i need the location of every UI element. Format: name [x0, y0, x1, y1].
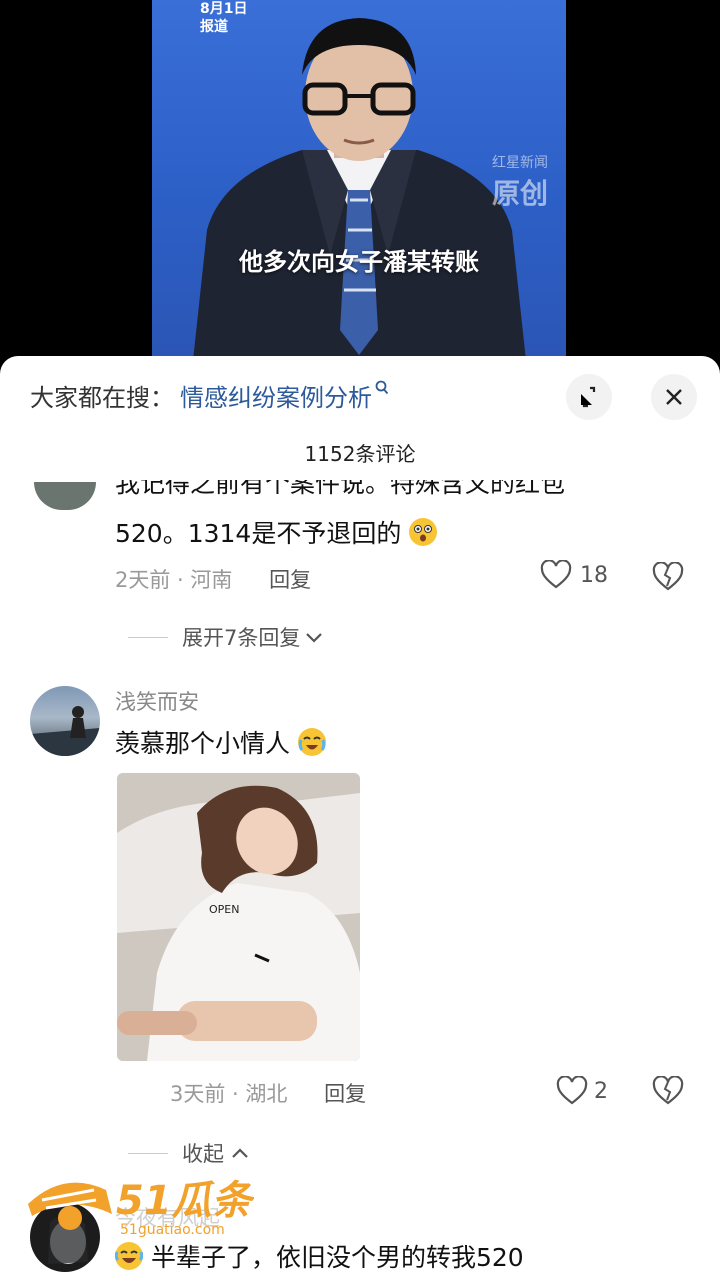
- reply-button[interactable]: 回复: [269, 568, 311, 592]
- collapse-replies-button[interactable]: 收起: [128, 1138, 250, 1168]
- reply-button[interactable]: 回复: [324, 1082, 366, 1106]
- comment-image[interactable]: OPEN: [117, 773, 360, 1061]
- comment-text: 羡慕那个小情人: [115, 726, 326, 762]
- source-watermark: 红星新闻 原创: [492, 152, 548, 212]
- avatar[interactable]: [30, 686, 100, 756]
- laughing-crying-emoji-icon: [115, 1242, 143, 1270]
- logo-brand: 51瓜条: [116, 1178, 254, 1224]
- comment-text-line1: 我记得之前有个案件说。特殊含义的红包: [115, 480, 566, 498]
- comment-text: 半辈子了，依旧没个男的转我520: [115, 1240, 524, 1276]
- comment-meta: 2天前 · 河南 回复: [115, 564, 311, 594]
- chevron-down-icon: [306, 633, 323, 643]
- comment-meta: 3天前 · 湖北 回复: [170, 1078, 366, 1108]
- divider: [128, 636, 168, 638]
- search-suggestion[interactable]: 大家都在搜： 情感纠纷案例分析: [30, 378, 389, 413]
- news-frame: 8月1日 报道 红星新闻 原创 他多次向女子潘某转账: [152, 0, 566, 370]
- broken-heart-icon: [652, 1075, 684, 1105]
- comment-time-location: 3天前 · 湖北: [170, 1082, 288, 1106]
- like-button[interactable]: 18: [540, 560, 608, 590]
- shocked-emoji-icon: [409, 518, 438, 546]
- heart-icon: [540, 560, 572, 589]
- divider: [128, 1152, 168, 1154]
- comment-text-line2: 520。1314是不予退回的: [115, 516, 438, 552]
- collapse-replies-label: 收起: [182, 1142, 224, 1166]
- logo-url: 51guatiao.com: [120, 1222, 225, 1238]
- close-button[interactable]: [651, 374, 697, 420]
- broken-heart-icon: [652, 561, 684, 591]
- dislike-button[interactable]: [652, 1075, 684, 1110]
- chevron-up-icon: [232, 1148, 248, 1158]
- dislike-button[interactable]: [652, 561, 684, 596]
- video-player[interactable]: 8月1日 报道 红星新闻 原创 他多次向女子潘某转账: [0, 0, 720, 370]
- like-count: 18: [580, 562, 608, 588]
- expand-icon: [581, 386, 596, 408]
- site-watermark-logo: 51瓜条 51guatiao.com: [24, 1170, 257, 1244]
- close-icon: [666, 389, 682, 405]
- search-prefix: 大家都在搜：: [30, 384, 174, 412]
- comment-time-location: 2天前 · 河南: [115, 568, 233, 592]
- expand-replies-button[interactable]: 展开7条回复: [128, 622, 324, 652]
- expand-button[interactable]: [566, 374, 612, 420]
- like-button[interactable]: 2: [556, 1076, 608, 1106]
- comment-count: 1152条评论: [304, 442, 416, 466]
- watermark-original: 原创: [491, 177, 548, 210]
- avatar[interactable]: [34, 482, 96, 510]
- search-icon: [375, 380, 389, 400]
- search-keyword-link[interactable]: 情感纠纷案例分析: [180, 378, 372, 413]
- shirt-print: OPEN: [209, 903, 239, 916]
- comment-username[interactable]: 浅笑而安: [115, 686, 199, 716]
- like-count: 2: [594, 1078, 608, 1104]
- crying-emoji-icon: [297, 728, 326, 756]
- comments-panel: 大家都在搜： 情感纠纷案例分析 1152条评论 我记得之前有个案件说。特殊含义的…: [0, 356, 720, 1280]
- watermark-brand: 红星新闻: [491, 155, 548, 171]
- video-subtitle: 他多次向女子潘某转账: [239, 248, 479, 276]
- expand-replies-label: 展开7条回复: [182, 626, 301, 650]
- heart-icon: [556, 1076, 588, 1105]
